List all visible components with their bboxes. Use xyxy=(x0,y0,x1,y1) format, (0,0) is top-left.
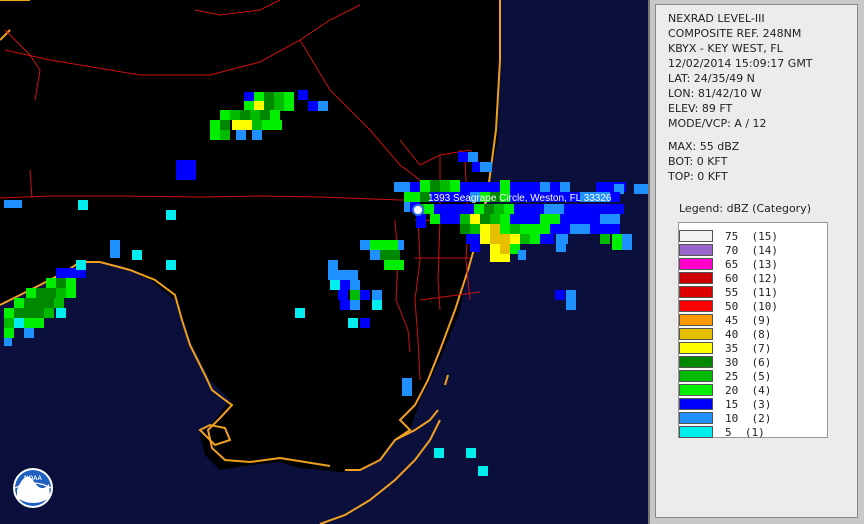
legend-swatch xyxy=(679,258,713,270)
legend-label: 70 (14) xyxy=(725,243,778,257)
legend-item: 15 (3) xyxy=(679,397,771,411)
legend-item: 25 (5) xyxy=(679,369,771,383)
product-name: NEXRAD LEVEL-III xyxy=(668,12,765,25)
legend-label: 25 (5) xyxy=(725,369,772,383)
legend-item: 45 (9) xyxy=(679,313,771,327)
product-type: COMPOSITE REF. 248NM xyxy=(668,27,802,40)
legend-item: 65 (13) xyxy=(679,257,778,271)
legend-item: 60 (12) xyxy=(679,271,778,285)
legend-label: 45 (9) xyxy=(725,313,772,327)
latitude: LAT: 24/35/49 N xyxy=(668,72,755,85)
noaa-logo: NOAA xyxy=(13,468,53,508)
legend-item: 75 (15) xyxy=(679,229,778,243)
legend-title: Legend: dBZ (Category) xyxy=(679,202,811,215)
legend-item: 40 (8) xyxy=(679,327,771,341)
noaa-logo-text: NOAA xyxy=(24,476,42,482)
legend: 75 (15) 70 (14) 65 (13) 60 (12) 55 (11) 50 (1… xyxy=(678,222,828,439)
legend-item: 5 (1) xyxy=(679,425,765,439)
legend-label: 65 (13) xyxy=(725,257,778,271)
legend-swatch xyxy=(679,244,713,256)
legend-item: 50 (10) xyxy=(679,299,778,313)
legend-swatch xyxy=(679,230,713,242)
station-name: KBYX - KEY WEST, FL xyxy=(668,42,783,55)
timestamp: 12/02/2014 15:09:17 GMT xyxy=(668,57,813,70)
location-pin-icon[interactable] xyxy=(412,204,424,216)
legend-swatch xyxy=(679,384,713,396)
longitude: LON: 81/42/10 W xyxy=(668,87,762,100)
marker-address-label: 1393 Seagrape Circle, Weston, FL 33326 xyxy=(428,193,612,204)
legend-label: 60 (12) xyxy=(725,271,778,285)
legend-swatch xyxy=(679,272,713,284)
legend-swatch xyxy=(679,286,713,298)
legend-swatch xyxy=(679,356,713,368)
legend-swatch xyxy=(679,300,713,312)
legend-label: 50 (10) xyxy=(725,299,778,313)
legend-label: 40 (8) xyxy=(725,327,772,341)
legend-swatch xyxy=(679,342,713,354)
legend-swatch xyxy=(679,426,713,438)
legend-label: 30 (6) xyxy=(725,355,772,369)
legend-swatch xyxy=(679,398,713,410)
max-dbz: MAX: 55 dBZ xyxy=(668,140,740,153)
legend-swatch xyxy=(679,314,713,326)
legend-item: 30 (6) xyxy=(679,355,771,369)
legend-label: 35 (7) xyxy=(725,341,772,355)
legend-item: 10 (2) xyxy=(679,411,771,425)
legend-label: 55 (11) xyxy=(725,285,778,299)
legend-item: 35 (7) xyxy=(679,341,771,355)
radar-map[interactable]: 1393 Seagrape Circle, Weston, FL 33326 N… xyxy=(0,0,650,524)
legend-label: 15 (3) xyxy=(725,397,772,411)
legend-label: 20 (4) xyxy=(725,383,772,397)
top-kft: TOP: 0 KFT xyxy=(668,170,728,183)
info-panel: NEXRAD LEVEL-III COMPOSITE REF. 248NM KB… xyxy=(655,4,858,518)
legend-label: 75 (15) xyxy=(725,229,778,243)
elevation: ELEV: 89 FT xyxy=(668,102,733,115)
legend-item: 55 (11) xyxy=(679,285,778,299)
bottom-kft: BOT: 0 KFT xyxy=(668,155,728,168)
legend-swatch xyxy=(679,328,713,340)
legend-swatch xyxy=(679,412,713,424)
legend-item: 20 (4) xyxy=(679,383,771,397)
legend-swatch xyxy=(679,370,713,382)
legend-item: 70 (14) xyxy=(679,243,778,257)
legend-label: 5 (1) xyxy=(725,425,765,439)
mode-vcp: MODE/VCP: A / 12 xyxy=(668,117,767,130)
map-canvas: 1393 Seagrape Circle, Weston, FL 33326 N… xyxy=(0,0,648,524)
legend-label: 10 (2) xyxy=(725,411,772,425)
